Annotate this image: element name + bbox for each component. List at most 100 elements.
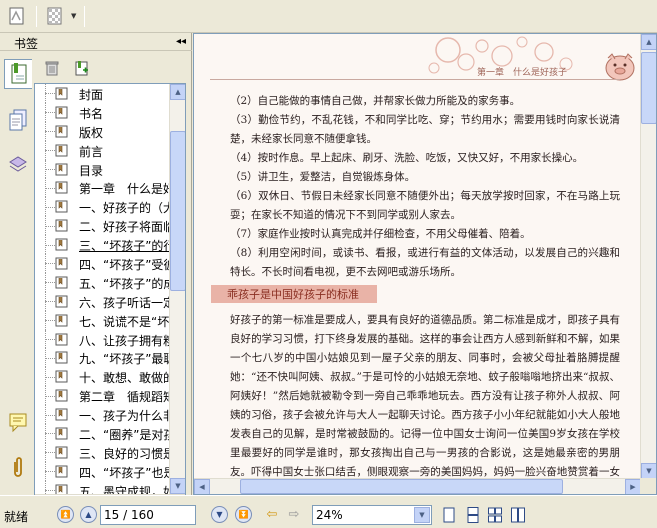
tab-attachments[interactable] [4,453,32,483]
zoom-select[interactable]: 24% ▼ [312,505,432,525]
doc-scroll-up-arrow[interactable]: ▲ [641,34,656,50]
bookmark-label: 封面 [79,88,104,102]
checker-pattern-icon [47,7,62,25]
bookmark-item[interactable]: 一、孩子为什么非 [35,405,169,425]
bookmark-item[interactable]: 六、孩子听话一定 [35,291,169,311]
panel-title: 书签 [14,37,39,51]
facing-view-button[interactable] [486,505,504,524]
bookmark-item[interactable]: 二、好孩子将面临 [35,216,169,236]
bookmark-item[interactable]: 四、“坏孩子”也是 [35,461,169,481]
bookmark-label: 一、孩子为什么非 [79,409,169,424]
tree-branch [45,263,55,265]
bookmark-item[interactable]: 前言 [35,140,169,160]
bookmark-item[interactable]: 五、“坏孩子”的成 [35,272,169,292]
new-bookmark-icon [75,61,88,76]
first-page-button[interactable]: ⏫ [57,506,74,523]
zoom-value: 24% [316,508,343,522]
document-paragraph: （8）利用空闲时间，或读书、看报，或进行有益的文体活动，以发展自己的兴趣和特长。… [230,247,620,278]
tab-layers[interactable] [4,149,32,179]
bookmark-icon [55,106,68,119]
bookmark-label: 三、良好的习惯是 [79,446,169,461]
tab-bookmarks[interactable] [4,59,32,89]
tree-branch [45,471,55,473]
add-bookmark-button[interactable] [71,57,93,79]
tree-branch [45,244,55,246]
bookmark-item[interactable]: 三、良好的习惯是 [35,442,169,462]
bookmark-icon [55,238,68,251]
grid-pages-icon [488,507,502,522]
doc-scroll-thumb[interactable] [641,52,656,124]
scroll-down-arrow[interactable]: ▼ [170,478,185,494]
bookmark-icon [55,446,68,459]
scroll-thumb[interactable] [170,130,185,291]
bookmark-icon [55,465,68,478]
last-page-button[interactable]: ⏬ [235,506,252,523]
doc-hscroll-thumb[interactable] [240,479,563,494]
bookmark-item[interactable]: 封面 [35,84,169,103]
bookmarks-panel: 书签 ◂◂ 封面 书名 版权 前言 目录 第一章 什么是好 一、好孩子的（大 二… [0,33,192,511]
page-number-field[interactable]: 15 / 160 [100,505,196,525]
document-page: 第一章 什么是好孩子 （2）自己能做的事情自己做，并帮家长做力所能及的家务事。 （… [194,34,641,479]
collapse-panel-button[interactable]: ◂◂ [176,36,186,47]
select-tool-button[interactable] [4,4,30,28]
bookmark-icon [55,200,68,213]
back-button[interactable]: ⇦ [263,506,281,523]
down-arrow-icon: ▼ [216,510,223,519]
background-tool-button[interactable] [42,4,68,28]
bookmark-item[interactable]: 二、“圈养”是对孩 [35,424,169,443]
bookmark-item[interactable]: 三、“坏孩子”的行 [35,235,169,255]
bookmark-item[interactable]: 书名 [35,102,169,122]
bookmark-label: 五、“坏孩子”的成 [79,276,169,291]
tree-branch [45,282,55,284]
tree-branch [45,301,55,303]
bookmark-item[interactable]: 目录 [35,159,169,179]
bookmark-item[interactable]: 五、墨守成规，如 [35,480,169,494]
zoom-dropdown-arrow[interactable]: ▼ [414,507,430,523]
bookmark-item[interactable]: 九、“坏孩子”最聪 [35,348,169,368]
tab-pages[interactable] [4,105,32,135]
bookmark-icon [55,125,68,138]
scroll-up-arrow[interactable]: ▲ [170,84,185,100]
tab-comments[interactable] [4,407,32,437]
toolbar-dropdown-arrow[interactable]: ▼ [71,12,76,20]
bookmark-item[interactable]: 第一章 什么是好 [35,178,169,198]
single-page-view-button[interactable] [440,505,458,524]
document-view[interactable]: 第一章 什么是好孩子 （2）自己能做的事情自己做，并帮家长做力所能及的家务事。 （… [193,33,657,495]
bookmark-item[interactable]: 一、好孩子的（大 [35,197,169,217]
bookmark-item[interactable]: 第二章 循规蹈矩 [35,386,169,406]
bookmark-icon [55,87,68,100]
document-paragraph: （3）勤俭节约，不乱花钱，不和同学比吃、穿；节约用水；需要用钱时向家长说清楚，未… [230,114,620,145]
bookmark-vscrollbar[interactable]: ▲ ▼ [169,84,185,494]
previous-page-button[interactable]: ▲ [80,506,97,523]
doc-scroll-down-arrow[interactable]: ▼ [641,463,656,479]
forward-button[interactable]: ⇨ [285,506,303,523]
bookmark-label: 八、让孩子拥有糗 [79,333,169,348]
doc-scroll-right-arrow[interactable]: ▶ [625,479,641,494]
bookmark-label: 第二章 循规蹈矩 [79,390,169,405]
bookmark-item[interactable]: 八、让孩子拥有糗 [35,329,169,349]
running-header: 第一章 什么是好孩子 [477,68,568,78]
document-vscrollbar[interactable]: ▲ ▼ [640,34,656,479]
bookmark-item[interactable]: 版权 [35,121,169,141]
tree-branch [45,376,55,378]
bookmark-label: 第一章 什么是好 [79,182,169,197]
delete-bookmark-button[interactable] [41,57,63,79]
tree-branch [45,225,55,227]
tree-branch [45,339,55,341]
two-page-view-button[interactable] [509,505,527,524]
bookmark-icon [55,351,68,364]
bookmark-item[interactable]: 四、“坏孩子”受彼 [35,254,169,273]
bookmark-label: 二、“圈养”是对孩 [79,428,169,443]
doc-scroll-left-arrow[interactable]: ◀ [194,479,210,494]
next-page-button[interactable]: ▼ [211,506,228,523]
continuous-view-button[interactable] [464,505,482,524]
document-hscrollbar[interactable]: ◀ ▶ [194,478,641,494]
layers-tab-icon [9,156,27,172]
panel-header: 书签 ◂◂ [0,33,192,51]
document-paragraph: （7）家庭作业按时认真完成并仔细检查，不用父母催着、陪着。 [230,228,531,240]
bookmark-item[interactable]: 七、说谎不是“坏 [35,310,169,330]
bookmark-label: 四、“坏孩子”受彼 [79,258,169,273]
paperclip-icon [14,457,22,477]
pages-tab-icon [9,109,27,131]
bookmark-item[interactable]: 十、敢想、敢做的 [35,367,169,387]
